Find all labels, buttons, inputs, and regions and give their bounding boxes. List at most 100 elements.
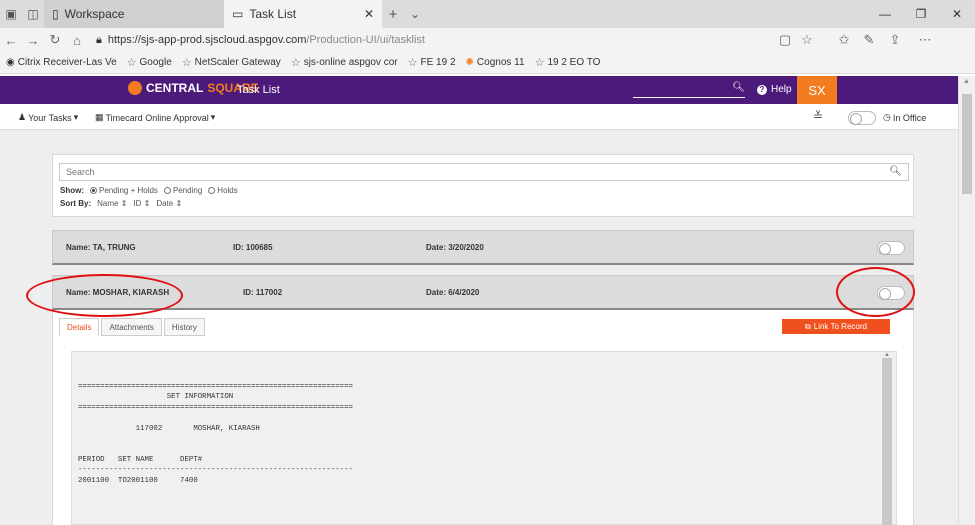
star-icon: ☆: [407, 57, 418, 69]
page-title: Task List: [237, 84, 280, 96]
tab-actions-icon[interactable]: ▣: [0, 0, 22, 28]
favorite-cognos[interactable]: ✺ Cognos 11: [466, 57, 525, 68]
task-search-input[interactable]: [60, 164, 880, 180]
favorite-netscaler[interactable]: ☆ NetScaler Gateway: [182, 56, 281, 69]
favorite-citrix[interactable]: ◉ Citrix Receiver-Las Ve: [6, 57, 117, 68]
in-office-toggle[interactable]: [848, 111, 876, 125]
task-toggle[interactable]: [877, 286, 905, 300]
tab-list-chevron-icon[interactable]: ⌄: [404, 0, 426, 28]
close-window-icon[interactable]: ✕: [939, 0, 975, 28]
report-text: ========================================…: [78, 383, 353, 485]
sub-navigation: ♟ Your Tasks ▾ ▦ Timecard Online Approval ▾ …: [0, 104, 958, 130]
scrollbar-thumb[interactable]: [962, 94, 972, 194]
page-icon: ▭: [232, 7, 244, 21]
sort-by-id[interactable]: ID ⇕: [133, 199, 150, 208]
favorite-google[interactable]: ☆ Google: [127, 56, 172, 69]
timecard-approval-menu[interactable]: ▦ Timecard Online Approval ▾: [95, 112, 215, 123]
sort-icon: ⇕: [143, 199, 151, 208]
forward-icon[interactable]: →: [22, 28, 44, 52]
favorite-star-icon[interactable]: ☆: [796, 28, 818, 52]
favorites-hub-icon[interactable]: ✩: [833, 28, 855, 52]
sort-icon: ⇕: [175, 199, 183, 208]
star-icon: ☆: [181, 57, 192, 69]
task-name: Name: TA, TRUNG: [66, 243, 136, 252]
link-to-record-button[interactable]: ⧉ Link To Record: [782, 319, 890, 334]
home-icon[interactable]: ⌂: [66, 28, 88, 52]
tab-attachments[interactable]: Attachments: [101, 318, 162, 336]
logo-icon: [128, 81, 142, 95]
search-panel: 🔍︎ Show: Pending + Holds Pending Holds S…: [52, 154, 914, 217]
share-icon[interactable]: ⇪: [884, 28, 906, 52]
app-header: CENTRAL SQUARE Task List 🔍︎ ? Help SX: [0, 76, 958, 104]
close-tab-icon[interactable]: ✕: [364, 7, 374, 21]
search-icon[interactable]: 🔍︎: [889, 166, 902, 177]
caret-down-icon: ▾: [73, 112, 79, 122]
refresh-icon[interactable]: ↻: [44, 28, 66, 52]
tab-preview-icon[interactable]: ◫: [22, 0, 44, 28]
browser-tab-workspace[interactable]: ▯ Workspace: [44, 0, 224, 28]
your-tasks-menu[interactable]: ♟ Your Tasks ▾: [18, 112, 78, 123]
star-icon: ☆: [126, 57, 137, 69]
pen-icon[interactable]: ✎: [858, 28, 880, 52]
report-scrollbar[interactable]: [882, 358, 892, 525]
collapse-chevron-icon[interactable]: ≚: [813, 109, 823, 123]
task-date: Date: 3/20/2020: [426, 243, 484, 252]
minimize-icon[interactable]: —: [867, 0, 903, 28]
address-bar: ← → ↻ ⌂ 🔒︎ https://sjs-app-prod.sjscloud…: [0, 28, 975, 52]
favorite-sjs-online[interactable]: ☆ sjs-online aspgov cor: [291, 56, 398, 69]
sort-by-date[interactable]: Date ⇕: [156, 199, 182, 208]
browser-tab-bar: ▣ ◫ ▯ Workspace ▭ Task List ✕ + ⌄ — ❐ ✕: [0, 0, 975, 28]
radio-holds[interactable]: Holds: [208, 186, 238, 195]
report-viewer[interactable]: ========================================…: [71, 351, 897, 525]
new-tab-icon[interactable]: +: [382, 0, 404, 28]
tab-history[interactable]: History: [163, 318, 205, 336]
caret-down-icon: ▾: [210, 112, 216, 122]
favorite-fe[interactable]: ☆ FE 19 2: [408, 56, 456, 69]
header-search-input[interactable]: 🔍︎: [633, 82, 745, 98]
page-scrollbar[interactable]: ▲: [958, 76, 975, 525]
task-row[interactable]: Name: MOSHAR, KIARASH ID: 117002 Date: 6…: [52, 275, 914, 310]
help-icon: ?: [757, 84, 767, 95]
main-content: 🔍︎ Show: Pending + Holds Pending Holds S…: [0, 130, 958, 525]
reading-view-icon[interactable]: ▢: [774, 28, 796, 52]
centralsquare-icon: ✺: [465, 57, 474, 68]
search-icon[interactable]: 🔍︎: [732, 82, 745, 93]
sort-by-name[interactable]: Name ⇕: [97, 199, 127, 208]
help-button[interactable]: ? Help: [757, 84, 792, 95]
task-detail-panel: Details Attachments History ⧉ Link To Rec…: [52, 310, 914, 525]
user-icon: ♟: [18, 112, 27, 122]
task-row[interactable]: Name: TA, TRUNG ID: 100685 Date: 3/20/20…: [52, 230, 914, 265]
in-office-label: ◷ In Office: [883, 112, 927, 123]
show-filter: Show: Pending + Holds Pending Holds: [60, 186, 238, 195]
tab-details[interactable]: Details: [59, 318, 100, 336]
star-icon: ☆: [534, 57, 545, 69]
user-avatar[interactable]: SX: [797, 76, 837, 104]
external-link-icon: ⧉: [805, 321, 811, 331]
restore-icon[interactable]: ❐: [903, 0, 939, 28]
sort-icon: ⇕: [120, 199, 128, 208]
detail-tabs: Details Attachments History: [59, 318, 205, 336]
favorites-bar: ◉ Citrix Receiver-Las Ve ☆ Google ☆ NetScal…: [0, 52, 975, 74]
more-icon[interactable]: ⋯: [914, 28, 936, 52]
task-id: ID: 100685: [233, 243, 273, 252]
scroll-up-icon[interactable]: ▲: [963, 78, 970, 85]
task-date: Date: 6/4/2020: [426, 288, 480, 297]
clock-icon: ◷: [883, 112, 891, 122]
url-field[interactable]: 🔒︎ https://sjs-app-prod.sjscloud.aspgov.…: [96, 34, 425, 47]
citrix-icon: ◉: [6, 57, 15, 68]
radio-pending-holds[interactable]: Pending + Holds: [90, 186, 158, 195]
star-icon: ☆: [290, 57, 301, 69]
lock-icon: 🔒︎: [96, 33, 102, 46]
radio-selected-icon: [90, 187, 97, 194]
back-icon[interactable]: ←: [0, 28, 22, 52]
radio-icon: [163, 187, 171, 194]
sort-controls: Sort By: Name ⇕ ID ⇕ Date ⇕: [60, 199, 183, 208]
favorite-eo-to[interactable]: ☆ 19 2 EO TO: [535, 56, 601, 69]
task-toggle[interactable]: [877, 241, 905, 255]
task-name: Name: MOSHAR, KIARASH: [66, 288, 170, 297]
grid-icon: ▦: [95, 112, 104, 122]
radio-pending[interactable]: Pending: [163, 186, 202, 195]
radio-icon: [208, 187, 216, 194]
task-search-box[interactable]: 🔍︎: [59, 163, 909, 181]
browser-tab-task-list[interactable]: ▭ Task List ✕: [224, 0, 382, 28]
